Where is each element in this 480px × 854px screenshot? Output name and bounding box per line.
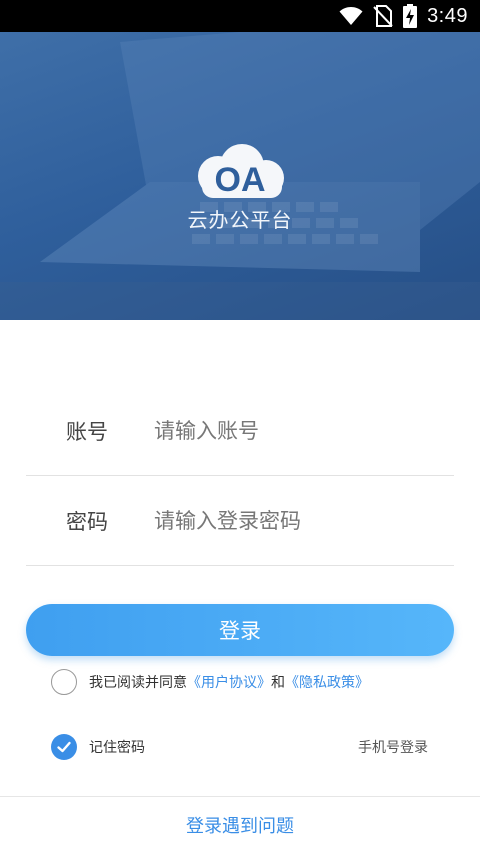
- bottom-divider: [0, 796, 480, 797]
- agreement-text: 我已阅读并同意《用户协议》和《隐私政策》: [89, 672, 369, 692]
- account-label: 账号: [66, 419, 108, 444]
- wifi-icon: [339, 7, 363, 25]
- user-agreement-link[interactable]: 《用户协议》: [187, 675, 271, 691]
- remember-password-row: 记住密码: [51, 734, 145, 760]
- status-time: 3:49: [427, 4, 468, 27]
- phone-login-link[interactable]: 手机号登录: [358, 737, 428, 757]
- agreement-checkbox[interactable]: [51, 669, 77, 695]
- password-row: 密码: [26, 476, 454, 566]
- agreement-row: 我已阅读并同意《用户协议》和《隐私政策》: [51, 669, 369, 695]
- agreement-conjunction: 和: [271, 675, 285, 691]
- login-trouble-link[interactable]: 登录遇到问题: [0, 812, 480, 838]
- password-label: 密码: [66, 509, 108, 534]
- battery-charging-icon: [403, 4, 418, 28]
- status-bar: 3:49: [0, 0, 480, 32]
- cloud-logo-icon: OA: [190, 142, 290, 202]
- password-input[interactable]: [154, 508, 444, 533]
- hero-banner: OA 云办公平台: [0, 32, 480, 320]
- logo-text: OA: [215, 161, 266, 199]
- app-logo: OA 云办公平台: [0, 142, 480, 233]
- login-button[interactable]: 登录: [26, 604, 454, 656]
- check-icon: [57, 741, 71, 753]
- remember-password-checkbox[interactable]: [51, 734, 77, 760]
- remember-password-label: 记住密码: [89, 740, 145, 756]
- account-row: 账号: [26, 386, 454, 476]
- no-sim-icon: [373, 5, 393, 27]
- privacy-policy-link[interactable]: 《隐私政策》: [285, 675, 369, 691]
- agreement-prefix: 我已阅读并同意: [89, 675, 187, 691]
- app-name: 云办公平台: [187, 208, 293, 232]
- account-input[interactable]: [154, 418, 444, 443]
